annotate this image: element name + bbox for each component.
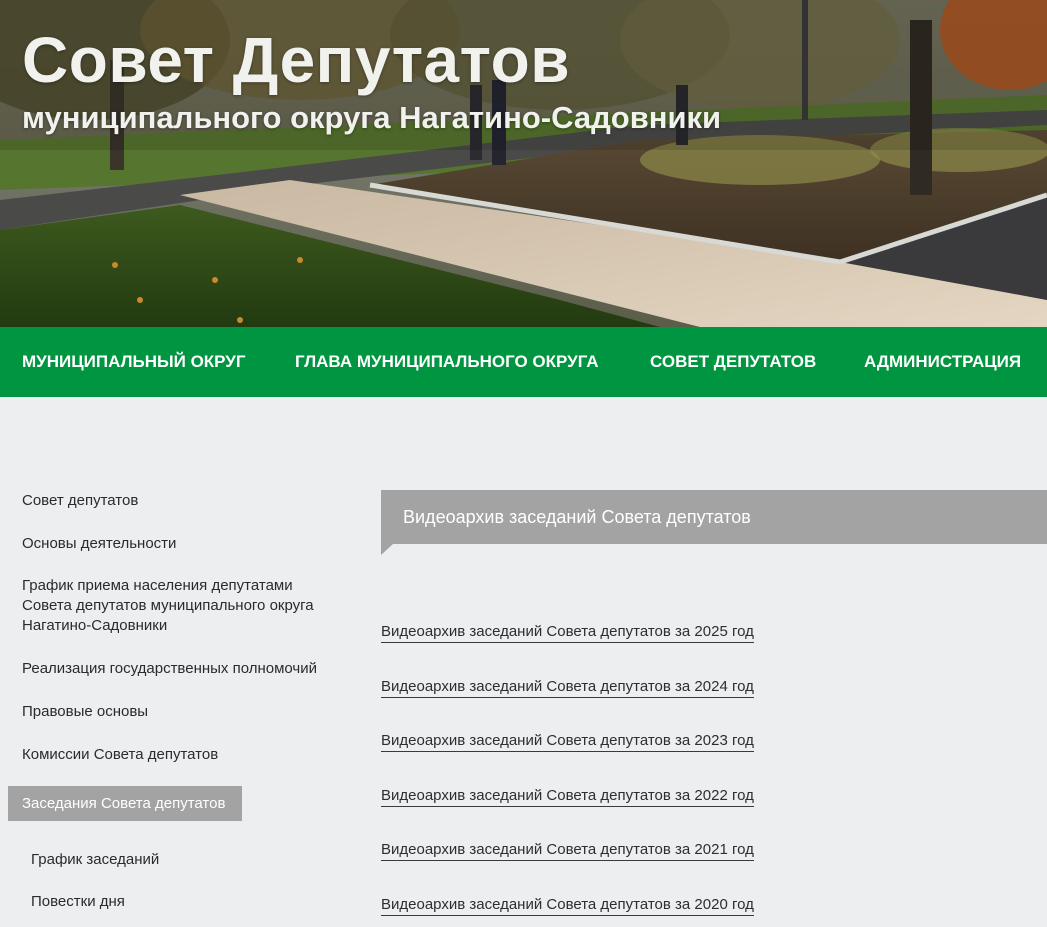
- nav-item-municipal-district[interactable]: МУНИЦИПАЛЬНЫЙ ОКРУГ: [22, 327, 246, 397]
- sidebar-subitem-agendas[interactable]: Повестки дня: [31, 892, 125, 912]
- site-title: Совет Депутатов: [22, 24, 571, 96]
- sidebar-item-reception-schedule[interactable]: График приема населения депутатами Совет…: [22, 576, 332, 636]
- archive-link-2025[interactable]: Видеоархив заседаний Совета депутатов за…: [381, 622, 754, 643]
- archive-link-2023[interactable]: Видеоархив заседаний Совета депутатов за…: [381, 731, 754, 752]
- nav-item-district-head[interactable]: ГЛАВА МУНИЦИПАЛЬНОГО ОКРУГА: [295, 327, 599, 397]
- sidebar-item-state-powers[interactable]: Реализация государственных полномочий: [22, 659, 342, 679]
- header-banner: Совет Депутатов муниципального округа На…: [0, 0, 1047, 327]
- site-subtitle: муниципального округа Нагатино-Садовники: [22, 100, 722, 135]
- heading-fold-corner: [381, 544, 393, 555]
- nav-item-council-of-deputies[interactable]: СОВЕТ ДЕПУТАТОВ: [650, 327, 816, 397]
- content-heading-bar: Видеоархив заседаний Совета депутатов: [381, 490, 1047, 555]
- archive-link-2020[interactable]: Видеоархив заседаний Совета депутатов за…: [381, 895, 754, 916]
- main-navigation: МУНИЦИПАЛЬНЫЙ ОКРУГ ГЛАВА МУНИЦИПАЛЬНОГО…: [0, 327, 1047, 397]
- archive-link-2024[interactable]: Видеоархив заседаний Совета депутатов за…: [381, 677, 754, 698]
- page-title: Видеоархив заседаний Совета депутатов: [403, 507, 751, 527]
- sidebar-item-council-sessions[interactable]: Заседания Совета депутатов: [8, 786, 242, 821]
- sidebar-item-commissions[interactable]: Комиссии Совета депутатов: [22, 745, 342, 765]
- sidebar-item-legal-basis[interactable]: Правовые основы: [22, 702, 342, 722]
- sidebar-subitem-sessions-schedule[interactable]: График заседаний: [31, 850, 159, 870]
- archive-link-2021[interactable]: Видеоархив заседаний Совета депутатов за…: [381, 840, 754, 861]
- archive-link-2022[interactable]: Видеоархив заседаний Совета депутатов за…: [381, 786, 754, 807]
- sidebar-item-foundations[interactable]: Основы деятельности: [22, 534, 342, 554]
- nav-item-administration[interactable]: АДМИНИСТРАЦИЯ: [864, 327, 1021, 397]
- sidebar-item-council[interactable]: Совет депутатов: [22, 491, 342, 511]
